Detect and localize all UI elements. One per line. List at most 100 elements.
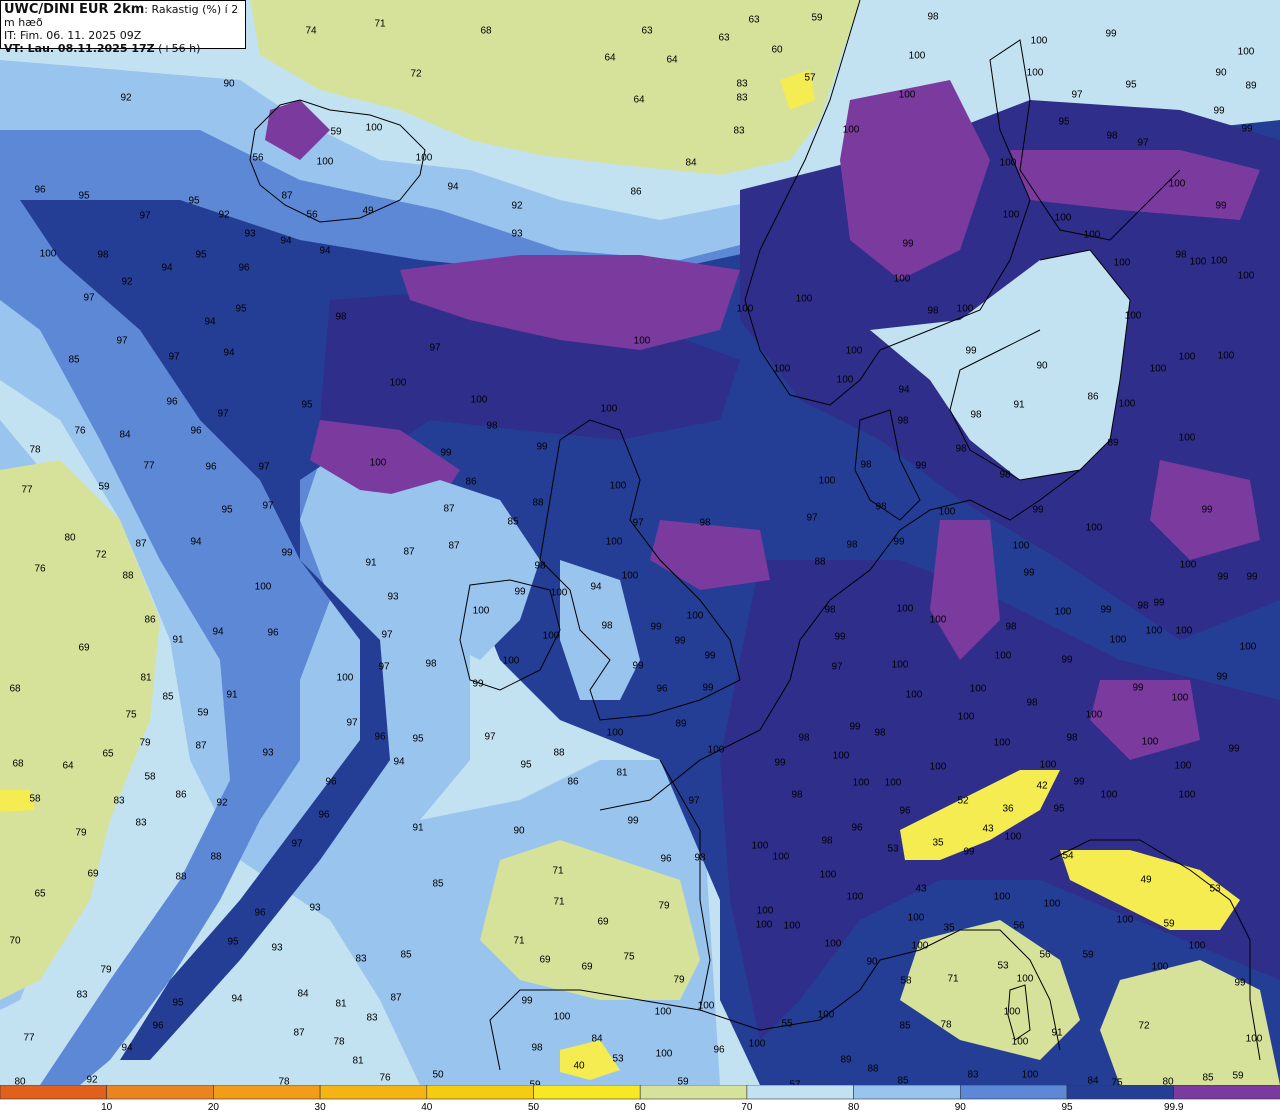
value-label: 100 [634,336,651,347]
title-line: UWC/DINI EUR 2km: Rakastig (%) í 2 m hæð [4,3,242,29]
value-label: 87 [403,547,415,558]
legend-label: 95 [1061,1102,1073,1113]
value-label: 97 [116,336,128,347]
value-label: 100 [994,738,1011,749]
value-label: 68 [12,759,24,770]
value-label: 100 [1004,1007,1021,1018]
value-label: 100 [1246,1034,1263,1045]
value-label: 95 [235,304,247,315]
value-label: 99 [1228,744,1240,755]
value-label: 99 [965,346,977,357]
forecast-map: 74 71 68 63 63 63 64 64 60 57 83 83 64 83 84 86 72 90 92 59… [0,0,1280,1085]
value-label: 85 [68,355,80,366]
value-label: 78 [29,445,41,456]
value-label: 100 [1146,626,1163,637]
value-label: 77 [21,485,33,496]
value-label: 71 [553,897,565,908]
value-label: 78 [278,1077,290,1085]
value-label: 100 [1238,47,1255,58]
value-label: 96 [166,397,178,408]
value-label: 93 [271,943,283,954]
value-label: 100 [1027,68,1044,79]
value-label: 63 [718,33,730,44]
value-label: 100 [1172,693,1189,704]
value-label: 99 [704,651,716,662]
value-label: 96 [374,732,386,743]
value-label: 65 [102,749,114,760]
value-label: 98 [875,502,887,513]
valid-time-line: VT: Lau. 08.11.2025 17Z (+56 h) [4,42,242,55]
value-label: 92 [86,1075,98,1085]
value-label: 99 [536,442,548,453]
value-label: 98 [1137,601,1149,612]
legend-label: 90 [955,1102,967,1113]
value-label: 100 [906,690,923,701]
value-label: 98 [425,659,437,670]
value-label: 100 [1084,230,1101,241]
value-label: 94 [393,757,405,768]
value-label: 88 [532,498,544,509]
legend-label: 60 [635,1102,647,1113]
value-label: 100 [843,125,860,136]
value-label: 100 [687,611,704,622]
value-label: 94 [898,385,910,396]
value-label: 100 [995,651,1012,662]
value-label: 100 [390,378,407,389]
value-label: 77 [143,461,155,472]
value-label: 79 [100,965,112,976]
legend-swatch [1066,1085,1174,1100]
value-label: 98 [486,421,498,432]
value-label: 94 [447,182,459,193]
value-label: 93 [387,592,399,603]
value-label: 98 [531,1043,543,1054]
value-label: 100 [1119,399,1136,410]
value-label: 98 [694,853,706,864]
value-label: 83 [736,93,748,104]
value-label: 98 [1106,131,1118,142]
value-label: 99 [963,847,975,858]
value-label: 100 [1179,790,1196,801]
value-label: 95 [172,998,184,1009]
value-label: 72 [95,550,107,561]
value-label: 97 [217,409,229,420]
value-label: 96 [851,823,863,834]
value-label: 100 [1044,899,1061,910]
value-label: 100 [819,476,836,487]
value-label: 91 [365,558,377,569]
value-label: 72 [410,69,422,80]
value-label: 100 [473,606,490,617]
legend-label: 30 [315,1102,327,1113]
value-label: 68 [9,684,21,695]
value-label: 100 [1086,710,1103,721]
value-label: 100 [551,588,568,599]
value-label: 56 [1013,921,1025,932]
value-label: 98 [927,306,939,317]
value-label: 86 [567,777,579,788]
value-label: 87 [195,741,207,752]
value-label: 49 [1140,875,1152,886]
value-label: 99 [1246,572,1258,583]
value-label: 99 [902,239,914,250]
value-label: 100 [897,604,914,615]
value-label: 64 [633,95,645,106]
value-label: 81 [352,1056,364,1067]
value-label: 97 [139,211,151,222]
value-label: 100 [1110,635,1127,646]
value-label: 98 [999,470,1011,481]
value-label: 87 [281,191,293,202]
legend-label: 40 [421,1102,433,1113]
value-label: 74 [305,26,317,37]
value-label: 83 [967,1070,979,1081]
value-label: 99 [834,632,846,643]
value-label: 98 [955,444,967,455]
value-label: 99 [440,448,452,459]
value-label: 100 [1086,523,1103,534]
value-label: 95 [1053,804,1065,815]
legend-swatch [213,1085,321,1100]
value-label: 94 [212,627,224,638]
value-label: 95 [188,196,200,207]
value-label: 92 [511,201,523,212]
value-label: 100 [1152,962,1169,973]
value-label: 87 [293,1028,305,1039]
lead-time: (+56 h) [154,42,201,55]
